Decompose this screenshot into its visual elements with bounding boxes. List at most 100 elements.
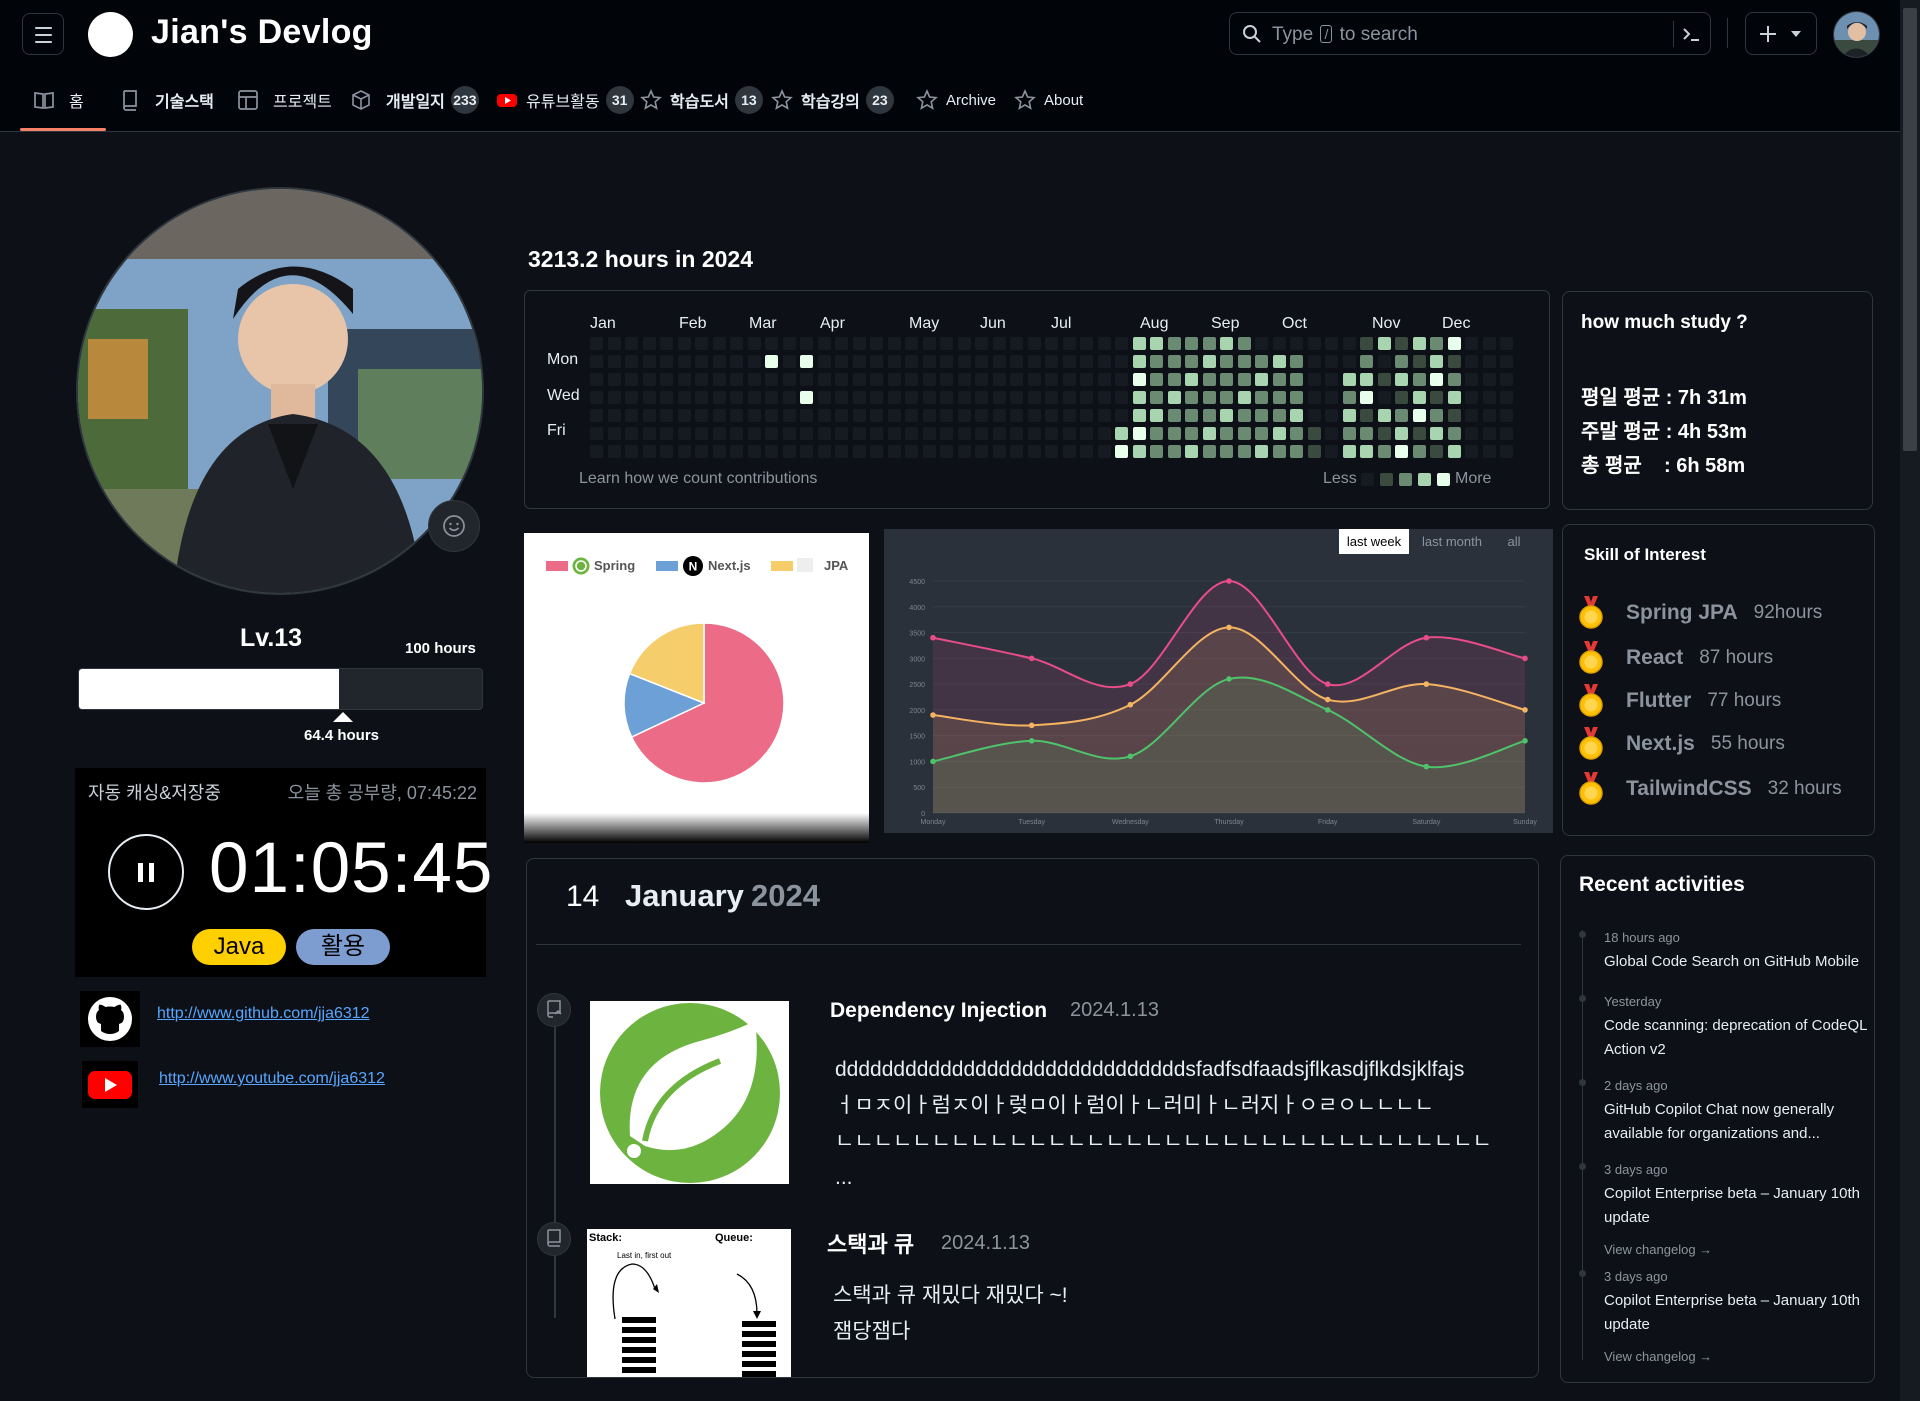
nav-archive[interactable]: Archive [916,86,996,114]
contribution-cell[interactable] [1307,391,1321,404]
contribution-cell[interactable] [607,391,621,404]
contribution-cell[interactable] [747,355,761,368]
contribution-cell[interactable] [887,373,901,386]
contribution-cell[interactable] [1202,391,1216,404]
contribution-cell[interactable] [1290,445,1303,458]
contribution-cell[interactable] [905,355,918,368]
contribution-cell[interactable] [1325,355,1338,368]
smiley-icon[interactable] [428,500,480,552]
range-last-week[interactable]: last week [1339,529,1409,554]
contribution-cell[interactable] [1377,409,1391,422]
contribution-cell[interactable] [1290,355,1303,368]
contribution-cell[interactable] [607,373,621,386]
contribution-cell[interactable] [782,427,796,440]
contribution-cell[interactable] [625,445,638,458]
contribution-cell[interactable] [1237,337,1251,350]
contribution-cell[interactable] [1255,409,1268,422]
activity-link[interactable]: Copilot Enterprise beta – January 10th u… [1604,1289,1869,1337]
contribution-cell[interactable] [712,355,726,368]
activity-link[interactable]: Copilot Enterprise beta – January 10th u… [1604,1182,1869,1230]
contribution-cell[interactable] [1290,337,1303,350]
contribution-cell[interactable] [1237,409,1251,422]
contribution-cell[interactable] [1220,355,1233,368]
contribution-cell[interactable] [1185,409,1198,422]
contribution-cell[interactable] [625,391,638,404]
contribution-cell[interactable] [1412,373,1426,386]
contribution-cell[interactable] [1132,445,1146,458]
contribution-cell[interactable] [730,409,743,422]
contribution-cell[interactable] [905,337,918,350]
contribution-cell[interactable] [1132,427,1146,440]
contribution-cell[interactable] [1290,427,1303,440]
contribution-cell[interactable] [1325,391,1338,404]
contribution-cell[interactable] [835,427,848,440]
contribution-cell[interactable] [642,409,656,422]
contribution-cell[interactable] [992,391,1006,404]
command-palette-icon[interactable] [1673,21,1700,47]
data-point[interactable] [1028,722,1035,729]
contribution-cell[interactable] [1220,337,1233,350]
contribution-cell[interactable] [625,355,638,368]
contribution-cell[interactable] [1395,337,1408,350]
contribution-cell[interactable] [1097,409,1111,422]
range-all[interactable]: all [1499,529,1529,554]
data-point[interactable] [1226,624,1232,631]
contribution-cell[interactable] [1062,409,1076,422]
contribution-cell[interactable] [940,427,953,440]
contribution-cell[interactable] [642,373,656,386]
contribution-cell[interactable] [870,391,883,404]
contribution-cell[interactable] [1097,373,1111,386]
contribution-cell[interactable] [852,427,866,440]
spring-thumbnail[interactable] [590,1001,789,1184]
contribution-cell[interactable] [1150,445,1163,458]
contribution-cell[interactable] [1272,445,1286,458]
contribution-cell[interactable] [887,409,901,422]
contribution-cell[interactable] [922,355,936,368]
contribution-cell[interactable] [835,391,848,404]
nav-devlog[interactable]: 개발일지 233 [350,86,479,114]
contribution-cell[interactable] [975,355,988,368]
contribution-cell[interactable] [1342,355,1356,368]
contribution-cell[interactable] [1255,337,1268,350]
contribution-cell[interactable] [940,337,953,350]
view-changelog-link[interactable]: View changelog → [1604,1238,1869,1262]
contribution-cell[interactable] [870,445,883,458]
contribution-cell[interactable] [1325,409,1338,422]
contribution-cell[interactable] [765,409,778,422]
contribution-cell[interactable] [940,409,953,422]
contribution-cell[interactable] [1412,391,1426,404]
contribution-cell[interactable] [1185,355,1198,368]
contribution-cell[interactable] [1167,373,1181,386]
contribution-cell[interactable] [1290,391,1303,404]
contribution-cell[interactable] [975,409,988,422]
site-title[interactable]: Jian's Devlog [151,13,373,52]
data-point[interactable] [1324,681,1331,687]
contribution-cell[interactable] [1272,337,1286,350]
contribution-cell[interactable] [1290,373,1303,386]
contribution-cell[interactable] [800,355,813,368]
contribution-cell[interactable] [1360,391,1373,404]
contribution-cell[interactable] [730,427,743,440]
contribution-cell[interactable] [1097,445,1111,458]
contribution-cell[interactable] [625,427,638,440]
contribution-cell[interactable] [1150,337,1163,350]
contribution-cell[interactable] [852,355,866,368]
contribution-cell[interactable] [677,427,691,440]
contribution-cell[interactable] [1272,391,1286,404]
contribution-cell[interactable] [660,409,673,422]
contribution-cell[interactable] [1150,373,1163,386]
contribution-cell[interactable] [1482,427,1496,440]
contribution-cell[interactable] [625,373,638,386]
contribution-cell[interactable] [835,355,848,368]
contribution-cell[interactable] [1412,445,1426,458]
contribution-cell[interactable] [1412,355,1426,368]
contribution-cell[interactable] [1342,409,1356,422]
contribution-cell[interactable] [992,337,1006,350]
contribution-cell[interactable] [1377,391,1391,404]
contribution-cell[interactable] [1202,427,1216,440]
contribution-cell[interactable] [590,373,603,386]
contribution-cell[interactable] [677,337,691,350]
scrollbar-thumb[interactable] [1903,8,1917,451]
contribution-cell[interactable] [1377,355,1391,368]
contribution-cell[interactable] [1062,427,1076,440]
